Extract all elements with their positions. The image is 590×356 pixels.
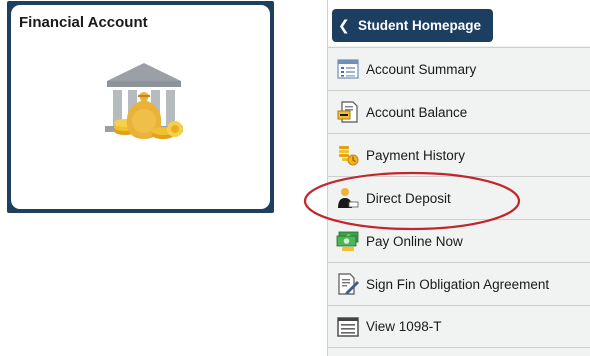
form-list-icon — [337, 316, 359, 337]
cash-bills-icon — [336, 231, 359, 251]
nav-item-sign-fin-obligation[interactable]: Sign Fin Obligation Agreement — [328, 262, 590, 305]
balance-document-icon — [337, 101, 358, 123]
nav-item-label: Account Summary — [366, 61, 477, 77]
nav-list: Account Summary Account Balance Payment … — [328, 47, 590, 348]
nav-item-label: View 1098-T — [366, 319, 442, 334]
person-deposit-icon — [338, 188, 359, 208]
bank-money-icon — [105, 63, 183, 139]
financial-account-tile-frame[interactable]: Financial Account — [7, 1, 274, 213]
sign-document-icon — [338, 273, 359, 295]
tile-title: Financial Account — [19, 14, 148, 31]
nav-item-account-summary[interactable]: Account Summary — [328, 47, 590, 90]
student-homepage-button[interactable]: ❮ Student Homepage — [332, 9, 493, 42]
financial-account-tile[interactable]: Financial Account — [11, 5, 270, 209]
financial-nav-panel: ❮ Student Homepage Account Summary Accou… — [327, 0, 590, 356]
nav-item-label: Direct Deposit — [366, 190, 451, 206]
nav-header: ❮ Student Homepage — [328, 0, 590, 46]
chevron-left-icon: ❮ — [338, 17, 350, 34]
coins-stack-icon — [339, 146, 359, 166]
nav-item-label: Pay Online Now — [366, 233, 463, 249]
nav-item-label: Payment History — [366, 147, 466, 163]
nav-item-payment-history[interactable]: Payment History — [328, 133, 590, 176]
nav-item-account-balance[interactable]: Account Balance — [328, 90, 590, 133]
list-document-icon — [337, 59, 359, 79]
nav-item-direct-deposit[interactable]: Direct Deposit — [328, 176, 590, 219]
student-homepage-label: Student Homepage — [358, 18, 482, 33]
nav-item-label: Account Balance — [366, 104, 468, 120]
nav-item-pay-online-now[interactable]: Pay Online Now — [328, 219, 590, 262]
nav-item-view-1098t[interactable]: View 1098-T — [328, 305, 590, 348]
nav-item-label: Sign Fin Obligation Agreement — [366, 276, 550, 292]
